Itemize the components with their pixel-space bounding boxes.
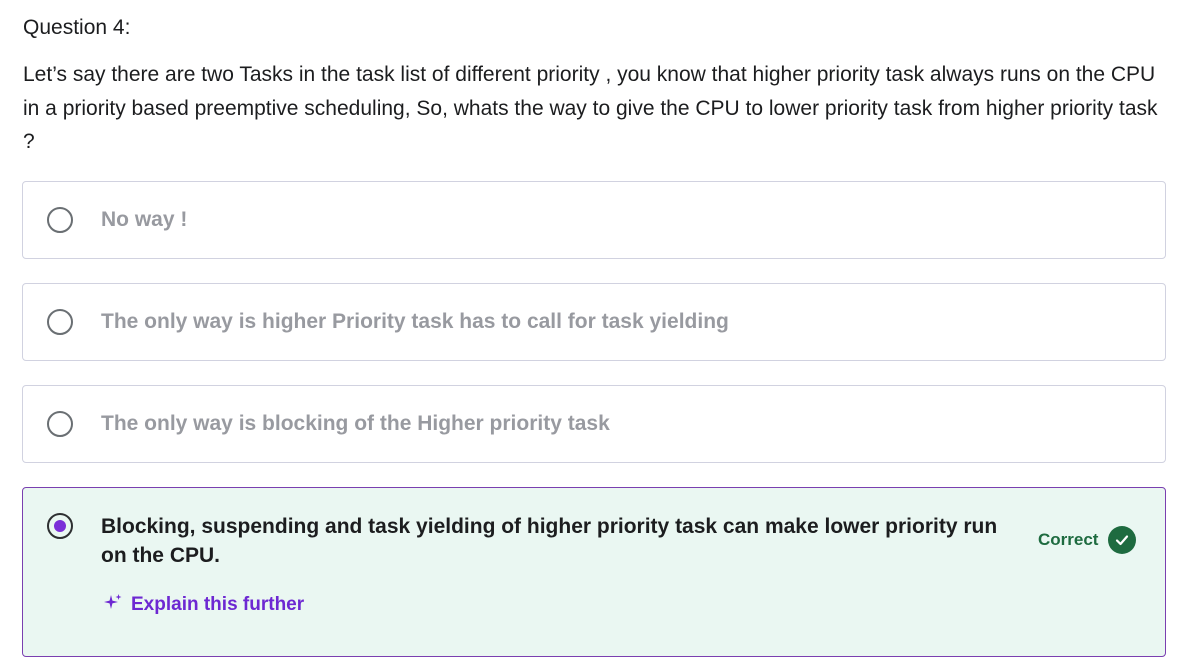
- radio-button[interactable]: [47, 411, 73, 437]
- answer-option-1[interactable]: No way !: [22, 181, 1166, 259]
- answer-option-label: The only way is blocking of the Higher p…: [101, 412, 610, 435]
- answer-option-3[interactable]: The only way is blocking of the Higher p…: [22, 385, 1166, 463]
- question-number: Question 4:: [23, 16, 131, 39]
- explain-further-button[interactable]: Explain this further: [103, 592, 304, 617]
- radio-button[interactable]: [47, 207, 73, 233]
- answer-option-label: Blocking, suspending and task yielding o…: [101, 515, 998, 567]
- answer-option-label: No way !: [101, 208, 188, 231]
- explain-further-label: Explain this further: [131, 593, 305, 615]
- correct-indicator: Correct: [1038, 526, 1137, 554]
- answer-option-2[interactable]: The only way is higher Priority task has…: [22, 283, 1166, 361]
- sparkle-icon: [103, 592, 123, 617]
- correct-label: Correct: [1038, 530, 1099, 549]
- check-circle-icon: [1108, 526, 1137, 554]
- radio-selected-dot: [54, 520, 66, 532]
- radio-button[interactable]: [47, 309, 73, 335]
- answer-option-label: The only way is higher Priority task has…: [101, 310, 729, 333]
- radio-button-selected[interactable]: [47, 513, 73, 539]
- question-text: Let’s say there are two Tasks in the tas…: [23, 63, 1158, 153]
- answer-option-4-selected[interactable]: Blocking, suspending and task yielding o…: [22, 487, 1166, 657]
